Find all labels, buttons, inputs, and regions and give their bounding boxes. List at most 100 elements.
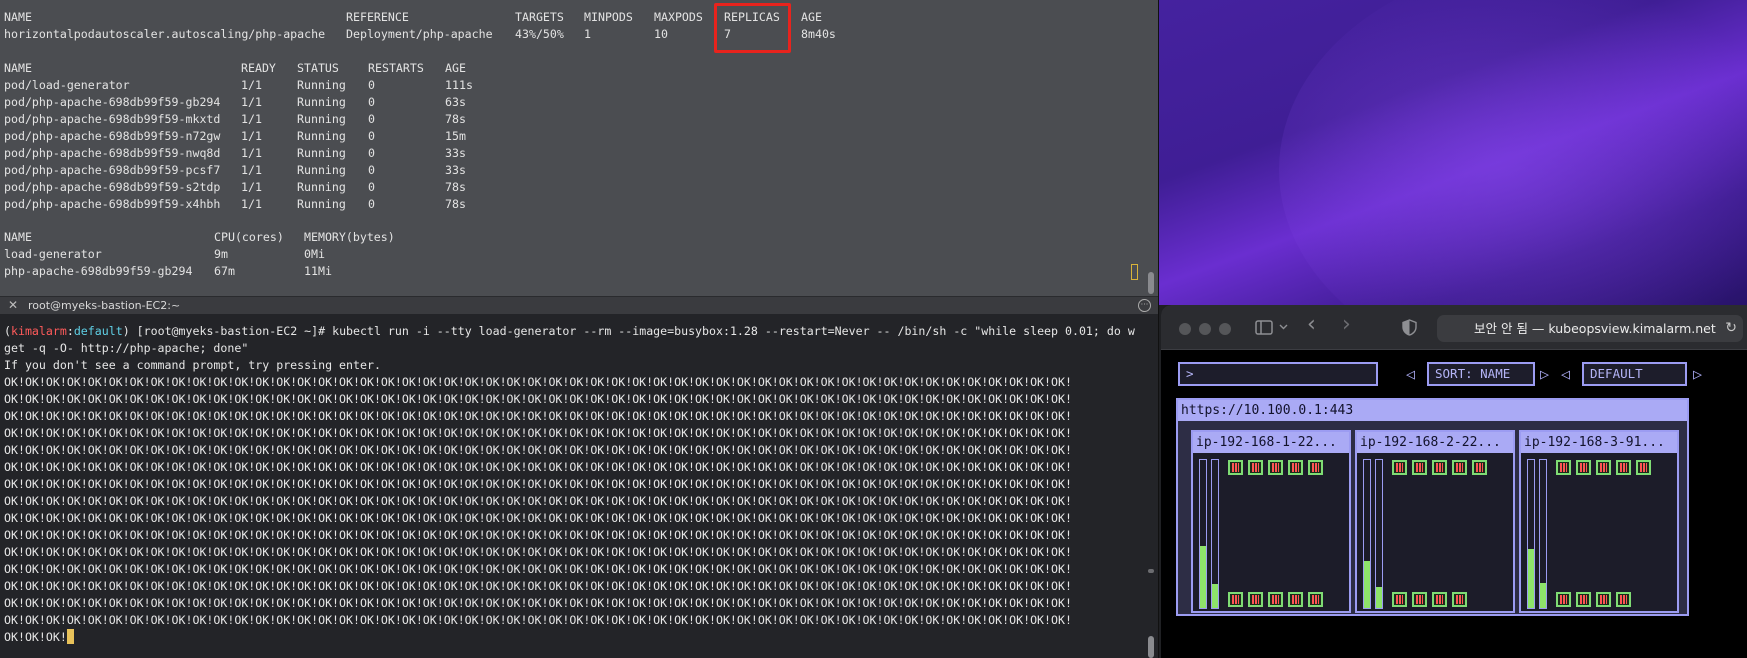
pod-row: pod/php-apache-698db99f59-pcsf7 1/1 Runn… xyxy=(4,162,466,178)
sort-label: SORT: NAME xyxy=(1435,366,1511,381)
pod-row: pod/php-apache-698db99f59-gb294 1/1 Runn… xyxy=(4,94,466,110)
top-name: load-generator xyxy=(4,247,102,261)
pod-square[interactable] xyxy=(1616,460,1631,475)
pod-square[interactable] xyxy=(1392,460,1407,475)
node-name: ip-192-168-2-22... xyxy=(1357,432,1513,453)
hint-line: If you don't see a command prompt, try p… xyxy=(4,358,381,372)
hpa-header-row: NAME REFERENCE TARGETS MINPODS MAXPODS R… xyxy=(4,9,822,25)
theme-prev-arrow[interactable]: ◁ xyxy=(1561,362,1570,386)
pod-square[interactable] xyxy=(1248,460,1263,475)
top-header-row: NAME CPU(cores) MEMORY(bytes) xyxy=(4,229,395,245)
window-minimize-button[interactable] xyxy=(1199,323,1211,335)
tab-title[interactable]: root@myeks-bastion-EC2:~ xyxy=(28,299,180,312)
pod-square[interactable] xyxy=(1288,592,1303,607)
pod-status: Running xyxy=(297,78,346,92)
sidebar-toggle-icon[interactable] xyxy=(1255,320,1273,335)
forward-button[interactable]: › xyxy=(1342,312,1351,337)
hpa-col-age: AGE xyxy=(801,10,822,24)
pod-square[interactable] xyxy=(1412,592,1427,607)
pod-square[interactable] xyxy=(1432,592,1447,607)
hpa-row: horizontalpodautoscaler.autoscaling/php-… xyxy=(4,26,836,42)
top-memory: 11Mi xyxy=(304,264,332,278)
theme-next-arrow[interactable]: ▷ xyxy=(1693,362,1702,386)
more-options-icon[interactable]: ··· xyxy=(1138,299,1151,312)
context-sep: : xyxy=(66,324,74,338)
pod-square[interactable] xyxy=(1432,460,1447,475)
pod-ready: 1/1 xyxy=(241,112,262,126)
output-line: OK!OK!OK!OK!OK!OK!OK!OK!OK!OK!OK!OK!OK!O… xyxy=(4,443,1072,457)
pod-square[interactable] xyxy=(1392,592,1407,607)
back-button[interactable]: ‹ xyxy=(1307,312,1316,337)
output-line: OK!OK!OK!OK!OK!OK!OK!OK!OK!OK!OK!OK!OK!O… xyxy=(4,528,1072,542)
cluster-box[interactable]: https://10.100.0.1:443 ip-192-168-1-22..… xyxy=(1176,398,1689,616)
sort-selector[interactable]: SORT: NAME xyxy=(1427,362,1535,386)
address-text: 보안 안 됨 — kubeopsview.kimalarm.net xyxy=(1474,321,1716,336)
address-bar[interactable]: 보안 안 됨 — kubeopsview.kimalarm.net ↻ xyxy=(1437,315,1743,342)
kube-ops-view: > ◁ SORT: NAME ▷ ◁ DEFAULT ▷ https://10.… xyxy=(1161,350,1747,658)
pods-header-row: NAME READY STATUS RESTARTS AGE xyxy=(4,60,466,76)
hpa-col-minpods: MINPODS xyxy=(584,10,633,24)
shield-icon[interactable] xyxy=(1402,319,1417,336)
node-box[interactable]: ip-192-168-1-22... xyxy=(1191,430,1351,613)
pod-row: pod/php-apache-698db99f59-x4hbh 1/1 Runn… xyxy=(4,196,466,212)
wallpaper-glow xyxy=(1279,0,1747,305)
pod-status: Running xyxy=(297,197,346,211)
replicas-highlight-box xyxy=(714,3,791,53)
pod-restarts: 0 xyxy=(368,95,375,109)
pod-square[interactable] xyxy=(1576,592,1591,607)
pod-square[interactable] xyxy=(1556,592,1571,607)
chevron-down-icon[interactable] xyxy=(1279,324,1288,330)
context-namespace: default xyxy=(73,324,123,338)
sort-prev-arrow[interactable]: ◁ xyxy=(1406,362,1415,386)
pod-restarts: 0 xyxy=(368,197,375,211)
pod-square[interactable] xyxy=(1616,592,1631,607)
hpa-col-maxpods: MAXPODS xyxy=(654,10,703,24)
node-box[interactable]: ip-192-168-3-91... xyxy=(1519,430,1679,613)
pods-col-restarts: RESTARTS xyxy=(368,61,424,75)
terminal-top-pane[interactable]: NAME REFERENCE TARGETS MINPODS MAXPODS R… xyxy=(0,0,1158,296)
top-row: php-apache-698db99f59-gb294 67m 11Mi xyxy=(4,263,332,279)
pod-square[interactable] xyxy=(1288,460,1303,475)
hpa-col-targets: TARGETS xyxy=(515,10,564,24)
pod-square[interactable] xyxy=(1268,592,1283,607)
pod-age: 78s xyxy=(445,197,466,211)
pod-square[interactable] xyxy=(1228,592,1243,607)
top-name: php-apache-698db99f59-gb294 xyxy=(4,264,193,278)
close-icon[interactable]: ✕ xyxy=(8,298,18,312)
pod-square[interactable] xyxy=(1472,460,1487,475)
pod-square[interactable] xyxy=(1412,460,1427,475)
reload-icon[interactable]: ↻ xyxy=(1725,315,1737,342)
terminal-bottom-pane[interactable]: (kimalarm:default) [root@myeks-bastion-E… xyxy=(0,314,1158,658)
pod-square[interactable] xyxy=(1308,460,1323,475)
pod-restarts: 0 xyxy=(368,163,375,177)
pod-restarts: 0 xyxy=(368,129,375,143)
theme-selector[interactable]: DEFAULT xyxy=(1582,362,1687,386)
top-cpu: 67m xyxy=(214,264,235,278)
window-close-button[interactable] xyxy=(1179,323,1191,335)
pod-status: Running xyxy=(297,180,346,194)
filter-input[interactable]: > xyxy=(1178,362,1378,386)
pod-square[interactable] xyxy=(1556,460,1571,475)
pane-resize-handle[interactable] xyxy=(1148,569,1154,573)
window-zoom-button[interactable] xyxy=(1219,323,1231,335)
pod-ready: 1/1 xyxy=(241,197,262,211)
pod-square[interactable] xyxy=(1248,592,1263,607)
node-box[interactable]: ip-192-168-2-22... xyxy=(1355,430,1515,613)
pod-square[interactable] xyxy=(1268,460,1283,475)
hpa-minpods: 1 xyxy=(584,27,591,41)
pod-square[interactable] xyxy=(1228,460,1243,475)
pod-square[interactable] xyxy=(1576,460,1591,475)
pod-square[interactable] xyxy=(1636,460,1651,475)
pod-square[interactable] xyxy=(1452,460,1467,475)
pod-square[interactable] xyxy=(1596,592,1611,607)
output-line: OK!OK!OK!OK!OK!OK!OK!OK!OK!OK!OK!OK!OK!O… xyxy=(4,511,1072,525)
bottom-pane-scrollbar[interactable] xyxy=(1148,636,1154,658)
pod-square[interactable] xyxy=(1308,592,1323,607)
pod-square[interactable] xyxy=(1596,460,1611,475)
top-pane-scrollbar[interactable] xyxy=(1148,272,1154,294)
pod-square[interactable] xyxy=(1452,592,1467,607)
output-line: OK!OK!OK!OK!OK!OK!OK!OK!OK!OK!OK!OK!OK!O… xyxy=(4,494,1072,508)
pod-status: Running xyxy=(297,163,346,177)
sort-next-arrow[interactable]: ▷ xyxy=(1540,362,1549,386)
pod-ready: 1/1 xyxy=(241,146,262,160)
